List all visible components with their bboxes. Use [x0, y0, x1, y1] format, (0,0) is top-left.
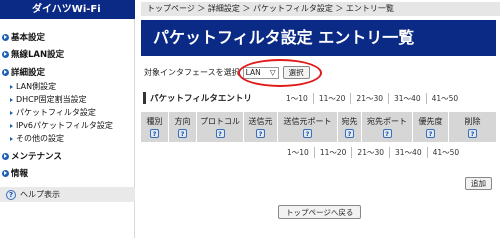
column-header: 削除 ? [449, 112, 496, 142]
menu-wireless-label: 無線LAN設定 [11, 50, 65, 60]
column-header: 優先度 ? [413, 112, 449, 142]
column-header: 宛先ポート ? [362, 112, 413, 142]
add-button[interactable]: 追加 [465, 177, 492, 190]
help-icon[interactable]: ? [345, 129, 354, 138]
page-links-bottom: 1～10 11～20 21～30 31～40 41～50 [282, 147, 464, 158]
arrow-bullet-icon [2, 169, 9, 177]
page-link[interactable]: 11～20 [312, 92, 351, 104]
sidebar-item-label: その他の設定 [16, 134, 64, 143]
column-label: 種別 [146, 117, 163, 126]
menu-basic-label: 基本設定 [11, 33, 46, 43]
help-icon[interactable]: ? [468, 129, 477, 138]
column-label: 送信元 [248, 117, 273, 126]
column-label: 送信元ポート [283, 117, 332, 126]
menu-maintenance-label: メンテナンス [11, 152, 62, 162]
triangle-bullet-icon [10, 84, 13, 89]
sidebar: ダイハツWi-Fi 基本設定 無線LAN設定 詳細設定 LAN側設定 DHCP固… [0, 0, 135, 238]
triangle-bullet-icon [10, 110, 13, 115]
column-label: 削除 [464, 117, 481, 126]
column-header: 送信元ポート ? [278, 112, 338, 142]
sidebar-item-packet-filter[interactable]: パケットフィルタ設定 [10, 107, 96, 118]
column-label: プロトコル [200, 117, 240, 126]
column-label: 方向 [174, 117, 191, 126]
help-icon[interactable]: ? [150, 129, 159, 138]
entry-title-label: パケットフィルタエントリ [150, 94, 252, 104]
triangle-bullet-icon [10, 136, 13, 141]
page-title: パケットフィルタ設定 エントリ一覧 [141, 20, 496, 56]
triangle-bullet-icon [10, 123, 13, 128]
arrow-bullet-icon [2, 33, 9, 41]
entry-section-title: パケットフィルタエントリ [141, 92, 281, 104]
menu-wireless-lan[interactable]: 無線LAN設定 [2, 48, 64, 60]
menu-info[interactable]: 情報 [2, 167, 28, 179]
page-link[interactable]: 21～30 [350, 92, 388, 104]
sidebar-item-label: LAN側設定 [16, 82, 57, 91]
menu-detail-settings[interactable]: 詳細設定 [2, 66, 45, 78]
help-icon[interactable]: ? [382, 129, 392, 138]
column-header: 宛先 ? [338, 112, 362, 142]
column-label: 宛先ポート [367, 117, 407, 126]
sidebar-item-other[interactable]: その他の設定 [10, 133, 64, 144]
sidebar-item-label: パケットフィルタ設定 [16, 108, 96, 117]
page-link[interactable]: 11～20 [313, 147, 352, 158]
sidebar-item-dhcp[interactable]: DHCP固定割当設定 [10, 94, 87, 105]
entry-header: パケットフィルタエントリ 1～10 11～20 21～30 31～40 41～5… [141, 88, 496, 108]
help-icon[interactable]: ? [426, 129, 435, 138]
sidebar-item-label: IPv6パケットフィルタ設定 [16, 121, 113, 130]
column-label: 優先度 [418, 117, 443, 126]
page-links-top: 1～10 11～20 21～30 31～40 41～50 [281, 92, 464, 104]
column-header: プロトコル ? [197, 112, 244, 142]
arrow-bullet-icon [2, 152, 9, 160]
arrow-bullet-icon [2, 50, 9, 58]
sidebar-item-lan[interactable]: LAN側設定 [10, 81, 56, 92]
page-link[interactable]: 41～50 [426, 147, 465, 158]
interface-label: 対象インタフェースを選択 [144, 68, 240, 77]
section-mark [143, 92, 146, 104]
entry-table-header: 種別 ? 方向 ? プロトコル ? 送信元 ? 送信元ポート ? 宛先 ? 宛先… [141, 112, 496, 142]
help-icon[interactable]: ? [303, 129, 312, 138]
page-link[interactable]: 31～40 [389, 147, 427, 158]
page-link[interactable]: 31～40 [388, 92, 426, 104]
sidebar-item-ipv6-filter[interactable]: IPv6パケットフィルタ設定 [10, 120, 113, 131]
help-label: ヘルプ表示 [20, 190, 60, 199]
help-icon[interactable]: ? [178, 129, 187, 138]
help-icon: ? [6, 189, 16, 200]
arrow-bullet-icon [2, 68, 9, 76]
menu-info-label: 情報 [11, 169, 29, 179]
sidebar-item-label: DHCP固定割当設定 [16, 95, 87, 104]
page-link[interactable]: 1～10 [282, 147, 314, 158]
page-link[interactable]: 41～50 [425, 92, 464, 104]
help-toggle[interactable]: ? ヘルプ表示 [0, 187, 135, 202]
menu-maintenance[interactable]: メンテナンス [2, 150, 62, 162]
menu-detail-label: 詳細設定 [11, 68, 46, 78]
column-header: 種別 ? [141, 112, 169, 142]
breadcrumb: トップページ ＞ 詳細設定 ＞ パケットフィルタ設定 ＞ エントリ一覧 [141, 2, 500, 16]
back-to-top-button[interactable]: トップページへ戻る [278, 205, 362, 219]
column-header: 方向 ? [169, 112, 197, 142]
menu-basic-settings[interactable]: 基本設定 [2, 31, 45, 43]
help-icon[interactable]: ? [215, 129, 225, 138]
highlight-circle [238, 59, 322, 87]
column-label: 宛先 [341, 117, 358, 126]
brand-title: ダイハツWi-Fi [0, 0, 135, 19]
triangle-bullet-icon [10, 97, 13, 102]
column-header: 送信元 ? [244, 112, 278, 142]
page-link[interactable]: 21～30 [351, 147, 389, 158]
page-link[interactable]: 1～10 [281, 93, 313, 104]
help-icon[interactable]: ? [256, 129, 265, 138]
